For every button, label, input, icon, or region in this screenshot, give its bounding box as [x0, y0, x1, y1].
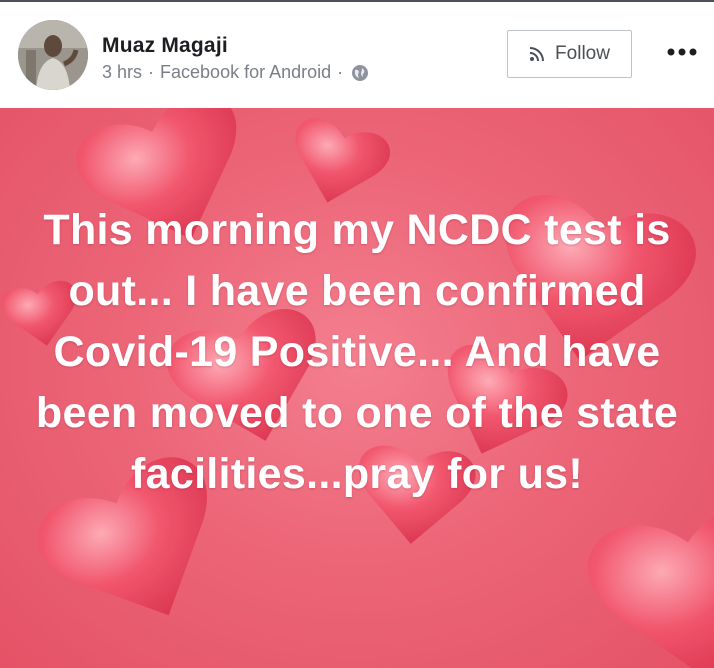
follow-label: Follow [555, 43, 610, 64]
follow-button[interactable]: Follow [507, 30, 632, 78]
post-meta: 3 hrs · Facebook for Android · [102, 62, 369, 83]
post-time[interactable]: 3 hrs [102, 62, 142, 83]
rss-icon [529, 47, 545, 62]
post-background: This morning my NCDC test is out... I ha… [0, 108, 714, 668]
more-options-button[interactable] [664, 38, 700, 66]
post-source: Facebook for Android [160, 62, 332, 82]
post-text: This morning my NCDC test is out... I ha… [35, 206, 679, 498]
meta-separator: · [148, 62, 155, 82]
meta-separator-2: · [337, 62, 344, 82]
heart-shape [581, 498, 714, 668]
more-dots-icon [667, 48, 697, 56]
facebook-post: Muaz Magaji 3 hrs · Facebook for Android… [0, 0, 714, 668]
post-header: Muaz Magaji 3 hrs · Facebook for Android… [0, 0, 714, 108]
globe-icon[interactable] [351, 64, 369, 82]
author-avatar[interactable] [18, 20, 88, 90]
author-name[interactable]: Muaz Magaji [102, 34, 228, 58]
